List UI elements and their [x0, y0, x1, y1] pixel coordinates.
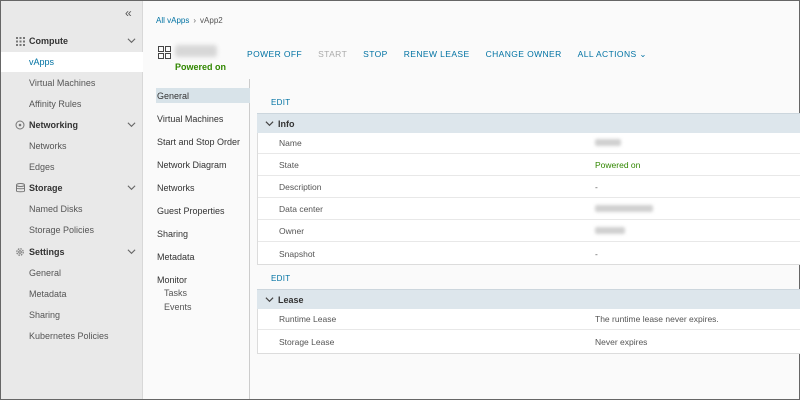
sidebar-item-metadata[interactable]: Metadata	[1, 284, 143, 304]
nav-section-label: Compute	[29, 36, 68, 46]
lease-key: Runtime Lease	[279, 314, 337, 324]
info-value-redacted	[595, 204, 653, 214]
info-row-description: Description -	[258, 177, 800, 198]
breadcrumb-root-link[interactable]: All vApps	[156, 16, 189, 25]
info-key: State	[279, 160, 299, 170]
power-off-button[interactable]: POWER OFF	[247, 49, 302, 60]
all-actions-dropdown[interactable]: ALL ACTIONS ⌄	[578, 49, 647, 60]
renew-lease-button[interactable]: RENEW LEASE	[404, 49, 470, 60]
info-row-name: Name	[258, 133, 800, 154]
info-value: -	[595, 248, 598, 259]
vapp-icon	[158, 46, 171, 59]
sidebar-item-general[interactable]: General	[1, 263, 143, 283]
vapp-name-redacted	[175, 45, 217, 57]
sidebar-item-kubernetes-policies[interactable]: Kubernetes Policies	[1, 326, 143, 346]
lease-row-storage: Storage Lease Never expires	[258, 331, 800, 352]
gear-icon	[15, 247, 25, 257]
nav-section-label: Settings	[29, 247, 65, 257]
info-key: Snapshot	[279, 248, 315, 259]
info-row-snapshot: Snapshot -	[258, 243, 800, 264]
chevron-down-icon: ⌄	[636, 49, 647, 59]
breadcrumb-current: vApp2	[200, 16, 223, 25]
chevron-down-icon	[127, 183, 137, 193]
nav-section-label: Networking	[29, 120, 79, 130]
sidebar-item-vapps[interactable]: vApps	[1, 52, 143, 72]
main-area: All vApps › vApp2 Powered on POWER OFF S…	[143, 1, 800, 399]
info-row-data-center: Data center	[258, 199, 800, 220]
info-key: Name	[279, 138, 302, 148]
sidebar-item-virtual-machines[interactable]: Virtual Machines	[1, 73, 143, 93]
nav-section-settings[interactable]: Settings	[1, 242, 143, 262]
info-key: Owner	[279, 226, 305, 236]
info-key: Description	[279, 182, 322, 192]
info-row-owner: Owner	[258, 221, 800, 242]
lease-value: The runtime lease never expires.	[595, 314, 719, 324]
nav-section-compute[interactable]: Compute	[1, 31, 143, 51]
tab-start-stop-order[interactable]: Start and Stop Order	[156, 134, 250, 149]
tab-network-diagram[interactable]: Network Diagram	[156, 157, 250, 172]
breadcrumb-separator: ›	[193, 16, 197, 25]
info-row-state: State Powered on	[258, 155, 800, 176]
sidebar-item-networks[interactable]: Networks	[1, 136, 143, 156]
all-actions-label: ALL ACTIONS	[577, 49, 637, 59]
sidebar-item-affinity-rules[interactable]: Affinity Rules	[1, 94, 143, 114]
action-bar: POWER OFF START STOP RENEW LEASE CHANGE …	[247, 49, 663, 60]
storage-icon	[15, 183, 25, 193]
tab-metadata[interactable]: Metadata	[156, 249, 250, 264]
lease-value: Never expires	[595, 336, 648, 347]
sidebar: « Compute vApps Virtual Machines Affinit…	[1, 1, 143, 399]
stop-button[interactable]: STOP	[363, 49, 388, 60]
sidebar-item-sharing[interactable]: Sharing	[1, 305, 143, 325]
lease-section-header[interactable]: Lease	[257, 289, 800, 309]
chevron-down-icon	[127, 247, 137, 257]
tab-guest-properties[interactable]: Guest Properties	[156, 203, 250, 218]
info-key: Data center	[279, 204, 323, 214]
grid-icon	[15, 36, 25, 46]
info-value-redacted	[595, 226, 625, 236]
nav-section-label: Storage	[29, 183, 63, 193]
info-edit-link[interactable]: EDIT	[271, 98, 290, 107]
vertical-tabs: General Virtual Machines Start and Stop …	[143, 79, 250, 399]
network-icon	[15, 120, 25, 130]
chevron-down-icon	[127, 120, 137, 130]
chevron-down-icon	[265, 119, 274, 128]
change-owner-button[interactable]: CHANGE OWNER	[486, 49, 562, 60]
lease-key: Storage Lease	[279, 336, 335, 347]
sidebar-item-storage-policies[interactable]: Storage Policies	[1, 220, 143, 240]
nav-section-networking[interactable]: Networking	[1, 115, 143, 135]
lease-edit-link[interactable]: EDIT	[271, 274, 290, 283]
lease-row-runtime: Runtime Lease The runtime lease never ex…	[258, 309, 800, 330]
lease-table: Runtime Lease The runtime lease never ex…	[257, 309, 800, 354]
tab-virtual-machines[interactable]: Virtual Machines	[156, 111, 250, 126]
collapse-sidebar-icon[interactable]: «	[125, 6, 132, 20]
info-value: Powered on	[595, 160, 641, 170]
lease-section-title: Lease	[278, 294, 304, 305]
tab-monitor-events[interactable]: Events	[163, 299, 243, 314]
info-section-header[interactable]: Info	[257, 113, 800, 133]
tab-networks[interactable]: Networks	[156, 180, 250, 195]
tab-sharing[interactable]: Sharing	[156, 226, 250, 241]
info-section-title: Info	[278, 118, 295, 129]
chevron-down-icon	[265, 295, 274, 304]
info-value: -	[595, 182, 598, 192]
chevron-down-icon	[127, 36, 137, 46]
breadcrumb: All vApps › vApp2	[156, 16, 223, 25]
nav-section-storage[interactable]: Storage	[1, 178, 143, 198]
info-value-redacted	[595, 138, 621, 148]
sidebar-item-edges[interactable]: Edges	[1, 157, 143, 177]
sidebar-item-named-disks[interactable]: Named Disks	[1, 199, 143, 219]
info-table: Name State Powered on Description - Data…	[257, 133, 800, 265]
tab-general[interactable]: General	[156, 88, 250, 103]
start-button: START	[318, 49, 348, 59]
tab-monitor-tasks[interactable]: Tasks	[163, 285, 243, 300]
vapp-status: Powered on	[175, 62, 227, 72]
